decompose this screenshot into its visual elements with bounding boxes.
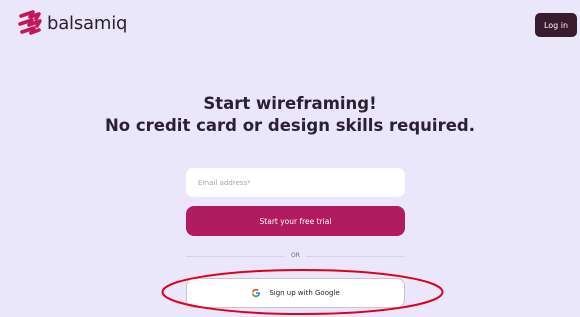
or-label: OR: [285, 252, 306, 259]
top-header: balsamiq Log in: [0, 0, 580, 44]
balsamiq-logo-icon: [18, 10, 42, 35]
start-free-trial-button[interactable]: Start your free trial: [186, 206, 405, 236]
email-placeholder: Email address*: [198, 178, 251, 187]
google-g-icon: [252, 288, 261, 298]
page-headline: Start wireframing! No credit card or des…: [0, 93, 580, 137]
headline-line-1: Start wireframing!: [203, 94, 377, 113]
login-button[interactable]: Log in: [535, 13, 577, 37]
headline-line-2: No credit card or design skills required…: [105, 116, 475, 135]
brand-logo[interactable]: balsamiq: [18, 10, 127, 36]
google-button-label: Sign up with Google: [269, 289, 340, 297]
logo-text: balsamiq: [47, 12, 128, 34]
or-divider: OR: [186, 252, 405, 262]
sign-up-with-google-button[interactable]: Sign up with Google: [186, 278, 405, 308]
email-field[interactable]: Email address*: [186, 168, 405, 197]
